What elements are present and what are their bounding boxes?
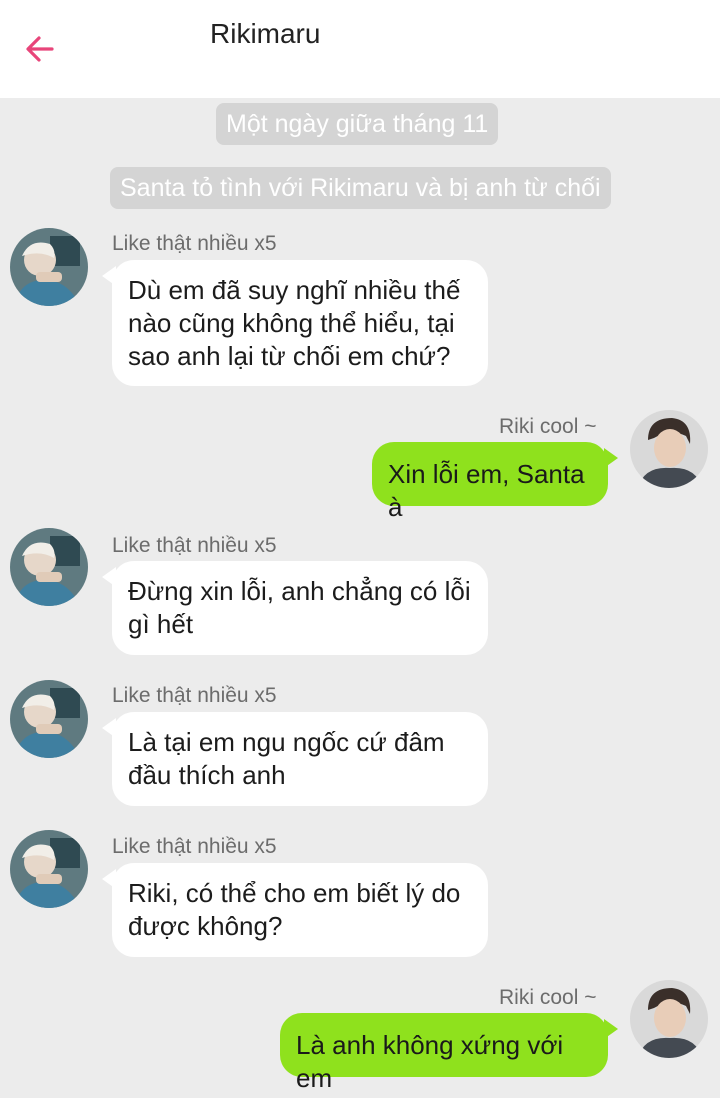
person-avatar-icon [630,410,708,488]
sender-name: Like thật nhiều x5 [112,835,277,858]
message-line: được không? [128,911,283,941]
bubble-tail [102,718,116,738]
sender-name: Riki cool ~ [499,415,597,438]
message-bubble-incoming[interactable]: Dù em đã suy nghĩ nhiều thế nào cũng khô… [102,260,488,386]
message-line: Là anh không xứng với em [296,1030,564,1093]
message-line: Dù em đã suy nghĩ nhiều thế [128,275,461,305]
avatar-riki[interactable] [630,410,708,488]
chat-title: Rikimaru [210,18,321,49]
avatar-santa[interactable] [10,528,88,606]
person-avatar-icon [10,830,88,908]
avatar-santa[interactable] [10,680,88,758]
person-avatar-icon [630,980,708,1058]
message-bubble-incoming[interactable]: Riki, có thể cho em biết lý do được khôn… [102,863,488,957]
message-bubble-incoming[interactable]: Là tại em ngu ngốc cứ đâm đầu thích anh [102,712,488,806]
message-bubble-outgoing[interactable]: Xin lỗi em, Santa à [372,442,618,522]
system-message-event: Santa tỏ tình với Rikimaru và bị anh từ … [110,167,611,209]
bubble-tail [102,567,116,587]
chat-header: Rikimaru [0,0,720,98]
bubble-tail [102,869,116,889]
message-line: đầu thích anh [128,760,286,790]
sender-name: Like thật nhiều x5 [112,232,277,255]
avatar-santa[interactable] [10,228,88,306]
sender-name: Like thật nhiều x5 [112,684,277,707]
person-avatar-icon [10,228,88,306]
person-avatar-icon [10,680,88,758]
sender-name: Riki cool ~ [499,986,597,1009]
message-line: gì hết [128,609,194,639]
arrow-left-icon[interactable] [20,30,60,70]
message-line: nào cũng không thể hiểu, tại [128,308,455,338]
bubble-tail [102,266,116,286]
message-bubble-incoming[interactable]: Đừng xin lỗi, anh chẳng có lỗi gì hết [102,561,488,655]
avatar-santa[interactable] [10,830,88,908]
message-line: sao anh lại từ chối em chứ? [128,341,451,371]
person-avatar-icon [10,528,88,606]
message-line: Đừng xin lỗi, anh chẳng có lỗi [128,576,471,606]
bubble-tail [604,448,618,468]
avatar-riki[interactable] [630,980,708,1058]
message-line: Là tại em ngu ngốc cứ đâm [128,727,445,757]
message-line: Riki, có thể cho em biết lý do [128,878,461,908]
message-line: Xin lỗi em, Santa à [388,459,585,522]
back-button[interactable] [20,30,60,70]
system-message-date: Một ngày giữa tháng 11 [216,103,499,145]
sender-name: Like thật nhiều x5 [112,534,277,557]
message-bubble-outgoing[interactable]: Là anh không xứng với em [280,1013,618,1093]
bubble-tail [604,1019,618,1039]
